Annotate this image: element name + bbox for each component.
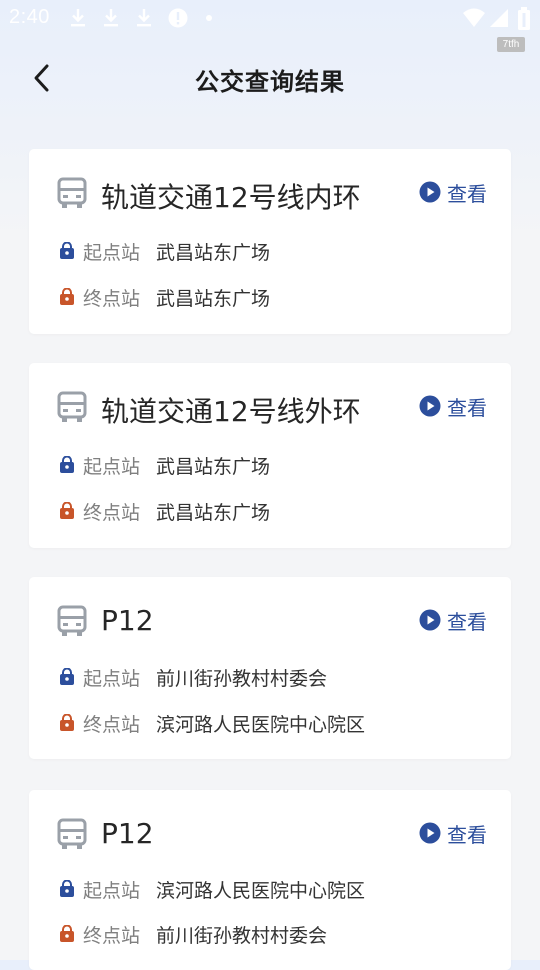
bus-icon [57, 391, 87, 422]
page-title: 公交查询结果 [195, 68, 345, 96]
end-stop-row: 终点站 前川街孙教村村委会 [59, 921, 327, 947]
end-lock-icon [60, 714, 74, 731]
start-lock-icon [60, 242, 74, 259]
start-stop-row: 起点站 滨河路人民医院中心院区 [59, 876, 365, 902]
end-stop-row: 终点站 滨河路人民医院中心院区 [59, 710, 365, 736]
route-name: P12 [101, 817, 154, 850]
end-label: 终点站 [83, 287, 141, 310]
status-time: 2:40 [9, 6, 50, 28]
play-circle-icon [419, 395, 441, 417]
end-stop-row: 终点站 武昌站东广场 [59, 284, 270, 310]
route-card[interactable]: 轨道交通12号线外环 查看 起点站 武昌站东广场 终点站 武昌站东广场 [29, 363, 511, 548]
end-label: 终点站 [83, 924, 141, 947]
route-name: 轨道交通12号线内环 [101, 181, 361, 214]
end-stop-name: 前川街孙教村村委会 [156, 924, 328, 947]
play-circle-icon [419, 822, 441, 844]
debug-badge: 7tfh [497, 37, 525, 52]
status-bar: 2:40 [0, 0, 540, 36]
view-button[interactable]: 查看 [419, 179, 487, 206]
route-card[interactable]: 轨道交通12号线内环 查看 起点站 武昌站东广场 终点站 武昌站东广场 [29, 149, 511, 334]
view-button[interactable]: 查看 [419, 607, 487, 634]
play-circle-icon [419, 181, 441, 203]
start-stop-name: 滨河路人民医院中心院区 [156, 879, 366, 902]
start-stop-name: 前川街孙教村村委会 [156, 667, 328, 690]
route-name: 轨道交通12号线外环 [101, 395, 361, 428]
wifi-icon [463, 8, 485, 27]
start-stop-row: 起点站 前川街孙教村村委会 [59, 664, 327, 690]
dot-icon [206, 15, 212, 21]
battery-icon [518, 7, 530, 30]
start-stop-row: 起点站 武昌站东广场 [59, 452, 270, 478]
route-card[interactable]: P12 查看 起点站 前川街孙教村村委会 终点站 滨河路人民医院中心院区 [29, 577, 511, 759]
end-lock-icon [60, 925, 74, 942]
view-label: 查看 [447, 181, 487, 206]
start-lock-icon [60, 668, 74, 685]
start-lock-icon [60, 456, 74, 473]
start-label: 起点站 [83, 455, 141, 478]
view-label: 查看 [447, 822, 487, 847]
download-icon [104, 9, 118, 27]
start-stop-name: 武昌站东广场 [156, 455, 271, 478]
end-label: 终点站 [83, 501, 141, 524]
signal-icon [490, 9, 508, 27]
bus-icon [57, 177, 87, 208]
download-icon [71, 9, 85, 27]
start-stop-name: 武昌站东广场 [156, 241, 271, 264]
view-button[interactable]: 查看 [419, 393, 487, 420]
end-lock-icon [60, 288, 74, 305]
end-stop-row: 终点站 武昌站东广场 [59, 498, 270, 524]
end-lock-icon [60, 502, 74, 519]
start-stop-row: 起点站 武昌站东广场 [59, 238, 270, 264]
view-button[interactable]: 查看 [419, 820, 487, 847]
route-name: P12 [101, 604, 154, 637]
alert-icon [168, 8, 188, 28]
view-label: 查看 [447, 395, 487, 420]
bus-icon [57, 818, 87, 849]
end-label: 终点站 [83, 713, 141, 736]
view-label: 查看 [447, 609, 487, 634]
start-lock-icon [60, 880, 74, 897]
route-card[interactable]: P12 查看 起点站 滨河路人民医院中心院区 终点站 前川街孙教村村委会 [29, 790, 511, 970]
start-label: 起点站 [83, 879, 141, 902]
end-stop-name: 滨河路人民医院中心院区 [156, 713, 366, 736]
start-label: 起点站 [83, 241, 141, 264]
end-stop-name: 武昌站东广场 [156, 501, 271, 524]
play-circle-icon [419, 609, 441, 631]
download-icon [137, 9, 151, 27]
start-label: 起点站 [83, 667, 141, 690]
end-stop-name: 武昌站东广场 [156, 287, 271, 310]
bus-icon [57, 605, 87, 636]
